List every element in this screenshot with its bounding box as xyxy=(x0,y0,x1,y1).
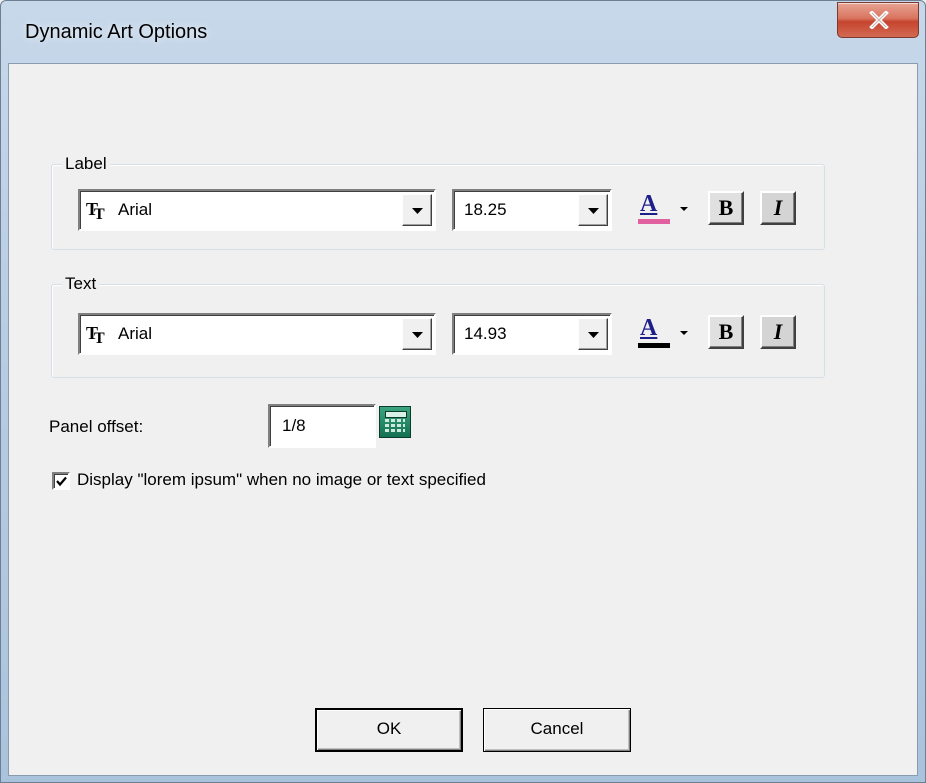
text-size-value: 14.93 xyxy=(464,324,507,343)
label-font-value: Arial xyxy=(118,200,153,219)
font-color-icon: A xyxy=(640,191,658,217)
label-group-title: Label xyxy=(62,153,110,175)
text-size-select[interactable]: 14.93 xyxy=(452,313,612,355)
checkmark-icon xyxy=(56,476,67,487)
title-bar[interactable]: Dynamic Art Options xyxy=(1,1,925,63)
lorem-ipsum-label[interactable]: Display "lorem ipsum" when no image or t… xyxy=(77,470,486,490)
label-size-select[interactable]: 18.25 xyxy=(452,189,612,231)
label-font-color-button[interactable]: A xyxy=(636,189,698,229)
svg-text:T: T xyxy=(94,206,105,221)
text-font-color-button[interactable]: A xyxy=(636,313,698,353)
lorem-ipsum-checkbox[interactable] xyxy=(52,472,70,490)
label-font-select[interactable]: T T Arial xyxy=(78,189,436,231)
svg-text:T: T xyxy=(94,330,105,345)
truetype-font-icon: T T xyxy=(86,323,105,345)
dropdown-arrow-icon xyxy=(412,332,423,338)
text-italic-button[interactable]: I xyxy=(760,315,796,349)
label-size-dropdown-button[interactable] xyxy=(578,194,608,226)
font-color-icon: A xyxy=(640,315,658,341)
text-bold-button[interactable]: B xyxy=(708,315,744,349)
label-group: Label T T Arial 18.25 A B I xyxy=(51,153,825,250)
text-color-swatch xyxy=(638,343,670,348)
panel-offset-value: 1/8 xyxy=(282,416,306,435)
text-size-dropdown-button[interactable] xyxy=(578,318,608,350)
text-font-dropdown-button[interactable] xyxy=(402,318,432,350)
window-title: Dynamic Art Options xyxy=(25,21,208,43)
dropdown-arrow-icon xyxy=(588,332,599,338)
dialog-window: Dynamic Art Options Label T T Arial 18.2… xyxy=(0,0,926,783)
text-font-select[interactable]: T T Arial xyxy=(78,313,436,355)
label-bold-button[interactable]: B xyxy=(708,191,744,225)
dropdown-arrow-icon xyxy=(588,208,599,214)
text-group: Text T T Arial 14.93 A B I xyxy=(51,273,825,378)
text-font-value: Arial xyxy=(118,324,153,343)
label-size-value: 18.25 xyxy=(464,200,507,219)
text-group-title: Text xyxy=(62,273,100,295)
dropdown-arrow-icon xyxy=(412,208,423,214)
close-button[interactable] xyxy=(837,2,919,38)
panel-offset-input[interactable]: 1/8 xyxy=(268,404,376,448)
label-font-dropdown-button[interactable] xyxy=(402,194,432,226)
dialog-body: Label T T Arial 18.25 A B I Text T T Ari… xyxy=(8,63,918,776)
label-italic-button[interactable]: I xyxy=(760,191,796,225)
panel-offset-label: Panel offset: xyxy=(49,417,144,436)
chevron-down-icon[interactable] xyxy=(680,331,688,336)
label-color-swatch xyxy=(638,219,670,224)
chevron-down-icon[interactable] xyxy=(680,207,688,212)
truetype-font-icon: T T xyxy=(86,199,105,221)
ok-button[interactable]: OK xyxy=(315,708,463,752)
cancel-button[interactable]: Cancel xyxy=(483,708,631,752)
calculator-button[interactable] xyxy=(379,406,411,438)
close-icon xyxy=(869,11,889,29)
